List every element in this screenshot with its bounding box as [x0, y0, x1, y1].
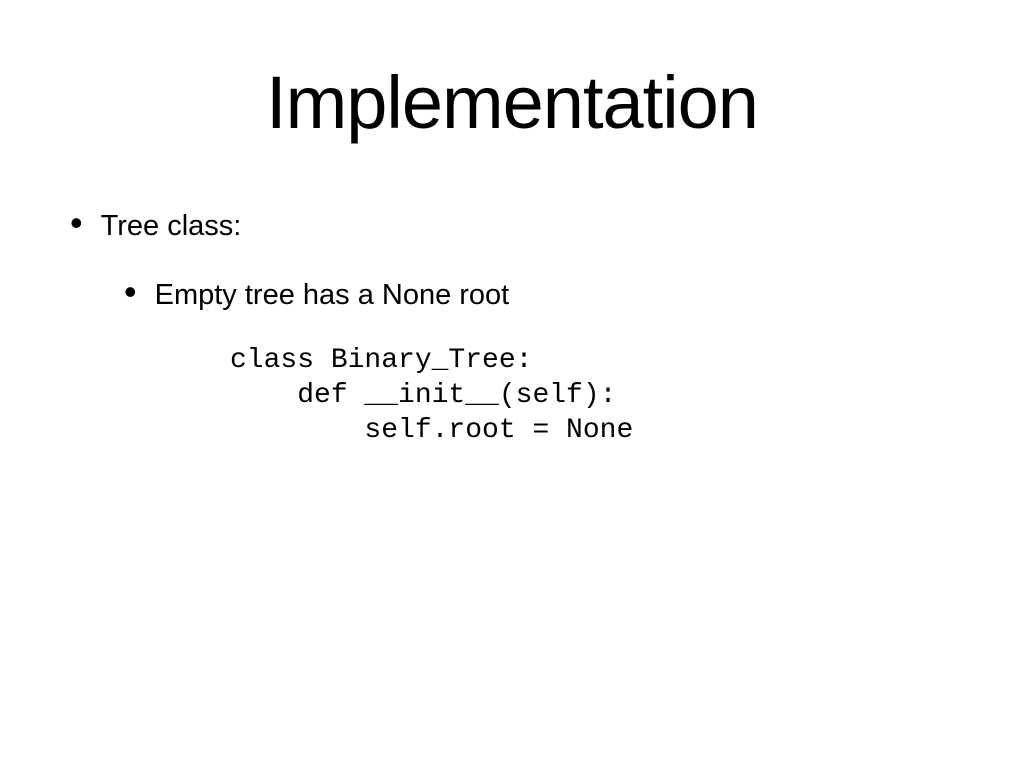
- bullet-dot-icon: •: [70, 205, 83, 241]
- bullet-2-text: Empty tree has a None root: [155, 274, 510, 313]
- bullet-dot-icon: •: [124, 274, 137, 310]
- slide-title: Implementation: [70, 60, 954, 145]
- slide-container: Implementation • Tree class: • Empty tre…: [0, 0, 1024, 768]
- bullet-level-2: • Empty tree has a None root: [124, 274, 954, 313]
- bullet-level-1: • Tree class:: [70, 205, 954, 244]
- bullet-1-text: Tree class:: [101, 205, 242, 244]
- code-block: class Binary_Tree: def __init__(self): s…: [230, 343, 954, 448]
